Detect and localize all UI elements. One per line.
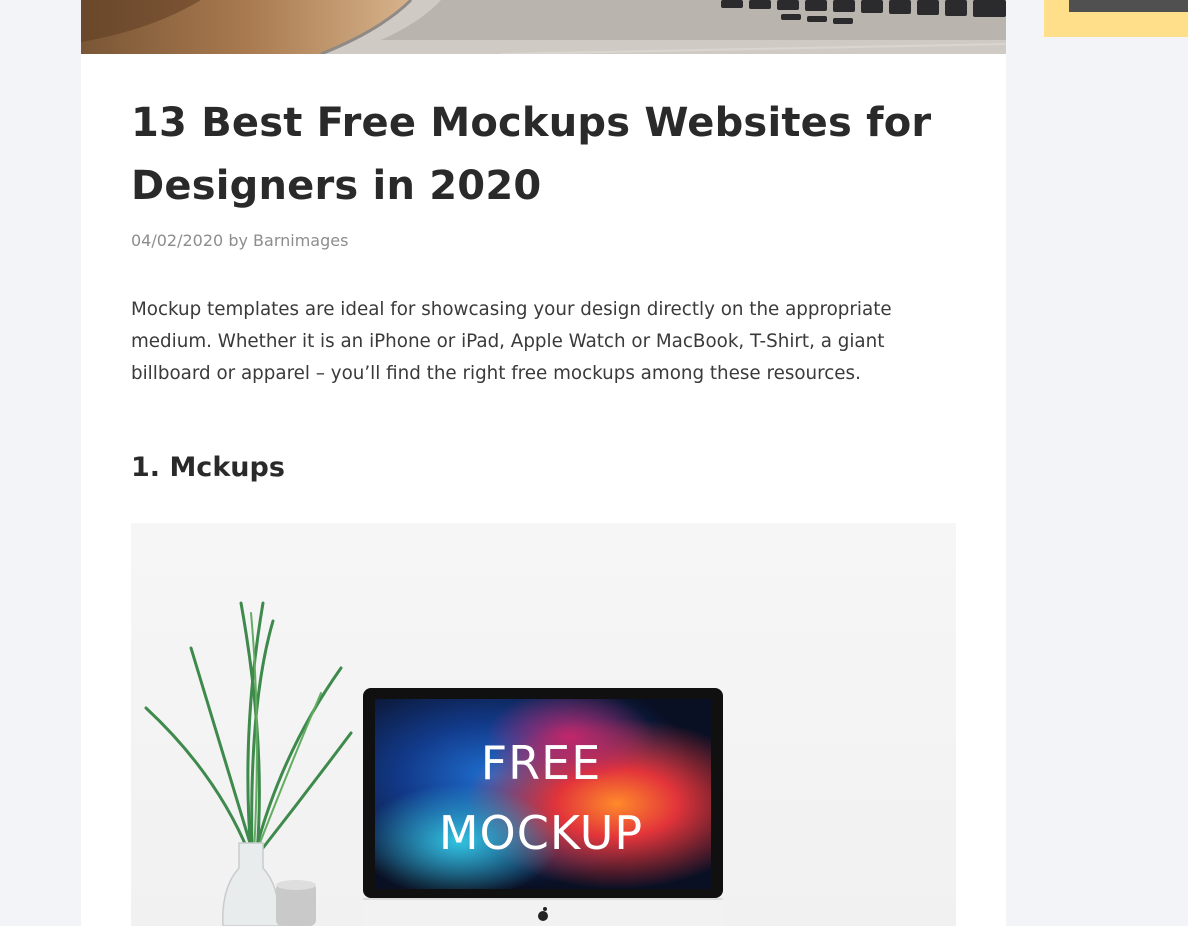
sidebar-widget-button[interactable] [1069, 0, 1188, 12]
laptop-photo [81, 0, 1006, 54]
author-link[interactable]: Barnimages [253, 231, 348, 250]
article-meta: 04/02/2020 by Barnimages [131, 230, 348, 252]
sidebar-widget [1044, 0, 1188, 37]
article-intro: Mockup templates are ideal for showcasin… [131, 299, 892, 384]
post-date[interactable]: 04/02/2020 [131, 231, 223, 250]
mockup-image[interactable]: FREE MOCKUP [131, 523, 956, 926]
screen-text-line-1: FREE [480, 736, 602, 790]
byline-label: by [228, 231, 248, 250]
page: 13 Best Free Mockups Websites for Design… [0, 0, 1188, 926]
article-card: 13 Best Free Mockups Websites for Design… [81, 0, 1006, 926]
screen-text-line-2: MOCKUP [438, 806, 644, 860]
article-title: 13 Best Free Mockups Websites for Design… [131, 100, 932, 209]
mockup-screen-text: FREE MOCKUP [376, 728, 706, 868]
section-heading: 1. Mckups [131, 452, 285, 483]
featured-image[interactable] [81, 0, 1006, 54]
